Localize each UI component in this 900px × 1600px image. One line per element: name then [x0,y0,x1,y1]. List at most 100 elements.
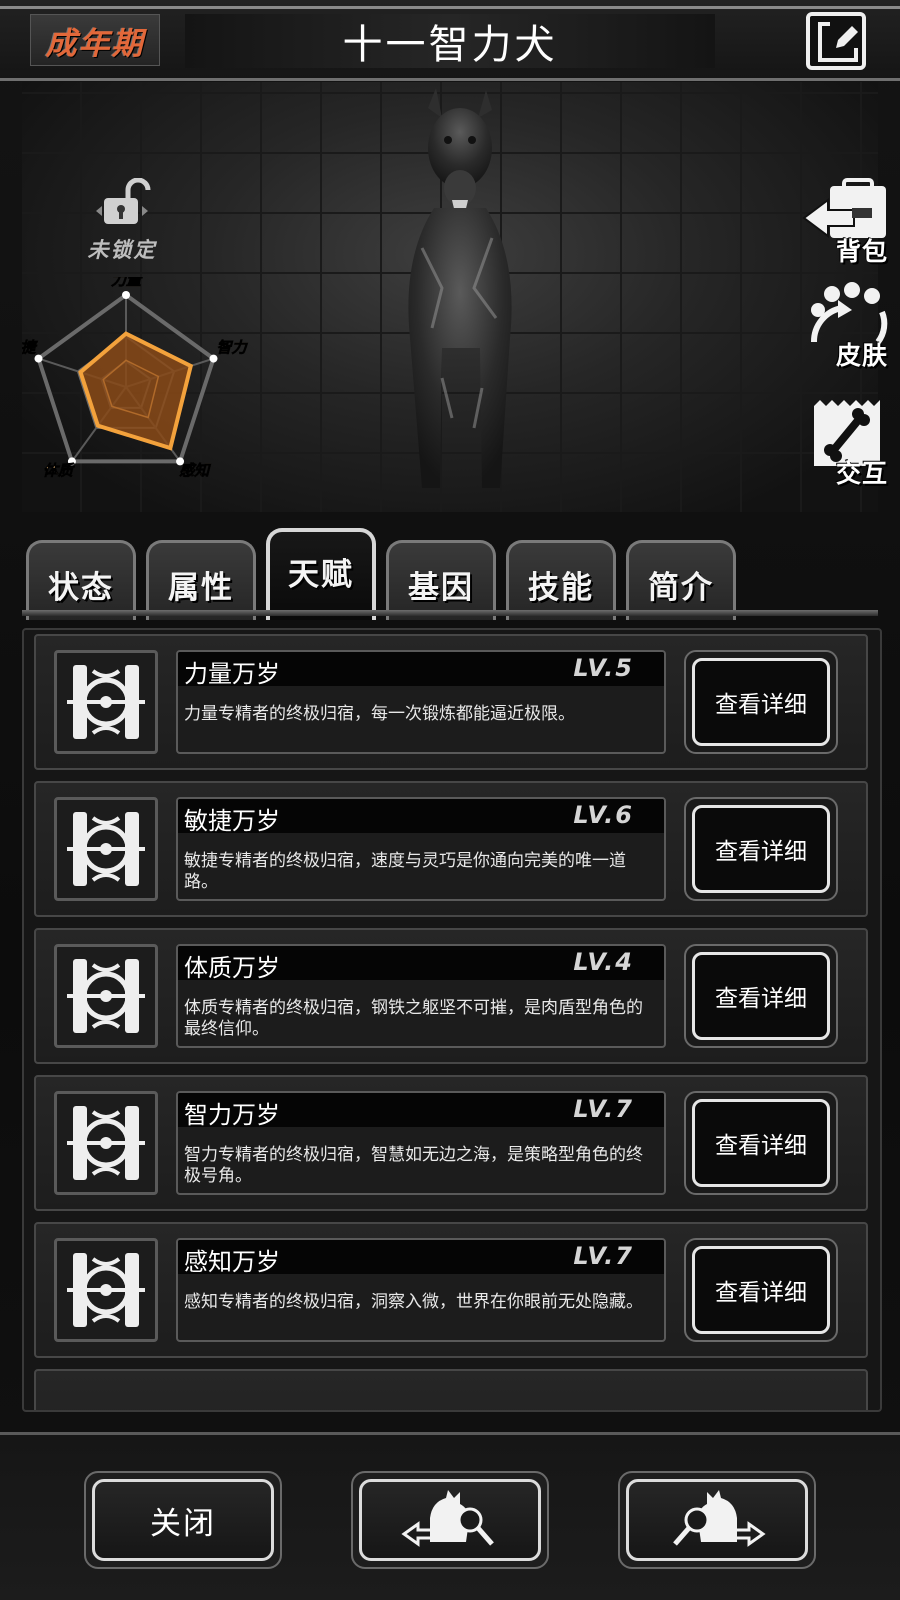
tab-talent[interactable]: 天赋 [266,528,376,620]
view-detail-button-face: 查看详细 [692,1099,830,1187]
talent-description: 体质专精者的终极归宿，钢铁之躯坚不可摧，是肉盾型角色的最终信仰。 [184,998,643,1039]
talent-emblem-icon [67,1253,145,1327]
lock-toggle[interactable]: 未锁定 [72,177,172,264]
tab-attributes[interactable]: 属性 [146,540,256,620]
view-detail-label: 查看详细 [715,986,807,1012]
tab-attributes-label: 属性 [168,570,234,606]
talent-name: 感知万岁 [184,1248,280,1276]
backpack-button[interactable]: 背包 [802,178,892,268]
radar-axis-label: 体质 [43,461,75,479]
tab-divider [22,610,878,616]
radar-axis-label: 敏捷 [22,339,38,357]
talent-emblem-icon [67,959,145,1033]
tab-intro[interactable]: 简介 [626,540,736,620]
view-detail-label: 查看详细 [715,839,807,865]
skin-button[interactable]: 皮肤 [802,282,892,372]
talent-icon-frame [54,650,158,754]
lock-status-label: 未锁定 [87,238,157,262]
talent-description: 智力专精者的终极归宿，智慧如无边之海，是策略型角色的终极号角。 [184,1145,643,1186]
unlocked-padlock-icon [96,177,151,224]
talent-level: LV.7 [573,1242,634,1270]
prev-pet-search-icon [401,1490,494,1547]
talent-info: 力量万岁 LV.5 力量专精者的终极归宿，每一次锻炼都能逼近极限。 [176,650,666,754]
interact-label: 交互 [835,459,888,488]
talent-description: 感知专精者的终极归宿，洞察入微，世界在你眼前无处隐藏。 [184,1292,643,1312]
talent-level: LV.7 [573,1095,634,1123]
talent-info: 敏捷万岁 LV.6 敏捷专精者的终极归宿，速度与灵巧是你通向完美的唯一道路。 [176,797,666,901]
talent-emblem-icon [67,812,145,886]
talent-name: 体质万岁 [184,954,280,982]
radar-axis-label: 智力 [216,339,248,357]
pet-name-title: 十一智力犬 [342,22,558,68]
talent-row: 智力万岁 LV.7 智力专精者的终极归宿，智慧如无边之海，是策略型角色的终极号角… [34,1075,868,1211]
tab-skills[interactable]: 技能 [506,540,616,620]
view-detail-button[interactable]: 查看详细 [684,650,838,754]
close-button-label: 关闭 [150,1505,216,1542]
edit-icon [818,22,858,62]
close-button-face: 关闭 [92,1479,274,1561]
tab-talent-label: 天赋 [288,556,354,593]
next-pet-button-face [626,1479,808,1561]
radar-vertex [122,291,130,299]
talent-list[interactable]: 力量万岁 LV.5 力量专精者的终极归宿，每一次锻炼都能逼近极限。 查看详细 敏… [22,628,882,1412]
view-detail-button[interactable]: 查看详细 [684,944,838,1048]
detail-tabs: 状态 属性 天赋 基因 技能 简介 [22,528,878,620]
life-stage-label: 成年期 [45,25,145,62]
talent-row: 力量万岁 LV.5 力量专精者的终极归宿，每一次锻炼都能逼近极限。 查看详细 [34,634,868,770]
radar-vertex [34,354,43,363]
talent-info: 感知万岁 LV.7 感知专精者的终极归宿，洞察入微，世界在你眼前无处隐藏。 [176,1238,666,1342]
talent-info: 体质万岁 LV.4 体质专精者的终极归宿，钢铁之躯坚不可摧，是肉盾型角色的最终信… [176,944,666,1048]
talent-row-partial [34,1369,868,1410]
talent-description: 力量专精者的终极归宿，每一次锻炼都能逼近极限。 [184,704,575,724]
tab-intro-label: 简介 [648,570,714,606]
bottom-bar: 关闭 [0,1432,900,1600]
talent-row: 体质万岁 LV.4 体质专精者的终极归宿，钢铁之躯坚不可摧，是肉盾型角色的最终信… [34,928,868,1064]
tab-status[interactable]: 状态 [26,540,136,620]
dog-portrait [408,88,512,488]
view-detail-label: 查看详细 [715,1133,807,1159]
pet-showcase: 未锁定 力量智力感知 体质 敏捷 背包 皮肤 [22,82,888,512]
tab-genes[interactable]: 基因 [386,540,496,620]
backpack-label: 背包 [835,237,888,266]
view-detail-label: 查看详细 [715,692,807,718]
previous-pet-button[interactable] [351,1471,549,1569]
talent-emblem-icon [67,665,145,739]
pet-detail-screen: 成年期 十一智力犬 未锁定 力量 智力 感知 体质 背包 皮肤 交互 状态 属性… [0,0,900,1600]
talent-name: 敏捷万岁 [184,807,280,835]
attribute-radar-chart: 力量智力感知 体质 敏捷 [22,277,249,480]
view-detail-button[interactable]: 查看详细 [684,797,838,901]
talent-info: 智力万岁 LV.7 智力专精者的终极归宿，智慧如无边之海，是策略型角色的终极号角… [176,1091,666,1195]
talent-icon-frame [54,944,158,1048]
radar-value-area [78,331,194,451]
talent-row: 感知万岁 LV.7 感知专精者的终极归宿，洞察入微，世界在你眼前无处隐藏。 查看… [34,1222,868,1358]
view-detail-button-face: 查看详细 [692,1246,830,1334]
talent-level: LV.4 [573,948,634,976]
talent-icon-frame [54,1091,158,1195]
view-detail-button[interactable]: 查看详细 [684,1238,838,1342]
talent-icon-frame [54,1238,158,1342]
tab-skills-label: 技能 [528,570,594,606]
talent-name: 智力万岁 [184,1101,280,1129]
view-detail-button-face: 查看详细 [692,805,830,893]
view-detail-button[interactable]: 查看详细 [684,1091,838,1195]
view-detail-button-face: 查看详细 [692,952,830,1040]
talent-icon-frame [54,797,158,901]
talent-level: LV.6 [573,801,634,829]
skin-label: 皮肤 [835,341,888,370]
talent-level: LV.5 [573,654,634,682]
talent-emblem-icon [67,1106,145,1180]
view-detail-label: 查看详细 [715,1280,807,1306]
view-detail-button-face: 查看详细 [692,658,830,746]
next-pet-button[interactable] [618,1471,816,1569]
life-stage-badge: 成年期 [30,14,160,66]
radar-axis-label: 感知 [179,461,211,479]
talent-description: 敏捷专精者的终极归宿，速度与灵巧是你通向完美的唯一道路。 [184,851,626,892]
edit-name-button[interactable] [806,12,866,70]
close-button[interactable]: 关闭 [84,1471,282,1569]
previous-pet-button-face [359,1479,541,1561]
tab-status-label: 状态 [48,570,114,606]
header-bar: 成年期 十一智力犬 [0,0,900,81]
next-pet-search-icon [673,1490,766,1547]
talent-name: 力量万岁 [184,660,280,688]
interact-button[interactable]: 交互 [802,400,892,490]
